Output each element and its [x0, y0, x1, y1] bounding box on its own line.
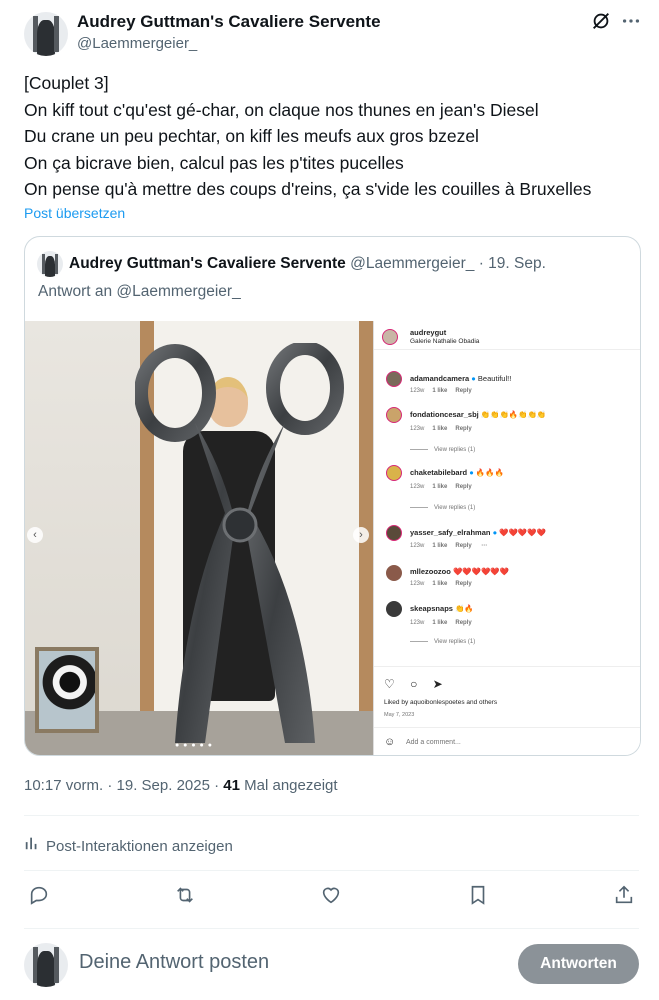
ig-post-user: audreygut — [410, 328, 447, 337]
ig-post-date: May 7, 2023 — [384, 712, 415, 718]
author-avatar[interactable] — [24, 12, 68, 56]
ig-comment-user: chaketabilebard ● 🔥🔥🔥 — [410, 468, 504, 477]
ig-comment-meta: 123w 1 like Reply — [410, 484, 472, 490]
ig-comment-user: fondationcesar_sbj 👏👏👏🔥👏👏👏 — [410, 410, 547, 419]
repost-icon[interactable] — [174, 884, 202, 912]
carousel-prev-icon[interactable]: ‹ — [27, 527, 43, 543]
action-bar — [24, 884, 639, 912]
quoted-author-avatar — [37, 251, 63, 277]
grok-icon[interactable] — [590, 10, 612, 32]
view-count: 41 — [223, 777, 240, 794]
carousel-next-icon[interactable]: › — [353, 527, 369, 543]
translate-link[interactable]: Post übersetzen — [24, 205, 125, 221]
more-icon[interactable] — [620, 10, 642, 32]
divider — [24, 928, 639, 929]
ig-view-replies[interactable]: View replies (1) — [410, 447, 475, 453]
analytics-icon — [24, 835, 42, 855]
tweet-text: [Couplet 3] On kiff tout c'qu'est gé-cha… — [24, 73, 592, 199]
reply-to-label: Antwort an @Laemmergeier_ — [38, 283, 241, 300]
reply-input[interactable]: Deine Antwort posten — [79, 951, 269, 974]
ig-comment-user: mllezoozoo ❤️❤️❤️❤️❤️❤️ — [410, 567, 509, 576]
ig-avatar — [382, 329, 398, 345]
ig-comment-meta: 123w 1 like Reply — [410, 426, 472, 432]
ig-comment-avatar — [386, 525, 402, 541]
author-handle[interactable]: @Laemmergeier_ — [77, 35, 197, 52]
ig-add-comment: ☺ Add a comment... — [374, 727, 640, 755]
quoted-author-line: Audrey Guttman's Cavaliere Servente @Lae… — [69, 255, 546, 273]
ig-comment-user: yasser_safy_elrahman ● ❤️❤️❤️❤️❤️ — [410, 528, 546, 537]
quoted-author-name: Audrey Guttman's Cavaliere Servente — [69, 255, 346, 272]
scissors-photo[interactable]: ‹ › ● ● ● ● ● — [25, 321, 373, 755]
reply-button[interactable]: Antworten — [518, 944, 639, 984]
quoted-author-handle: @Laemmergeier_ — [350, 255, 475, 272]
share-icon[interactable] — [613, 884, 641, 912]
quoted-post[interactable]: Audrey Guttman's Cavaliere Servente @Lae… — [24, 236, 641, 756]
post-analytics-link[interactable]: Post-Interaktionen anzeigen — [24, 835, 233, 855]
ig-comment-user: adamandcamera ● Beautiful!! — [410, 374, 512, 383]
framed-artwork — [35, 647, 99, 733]
bookmark-icon[interactable] — [467, 884, 495, 912]
ig-comment-meta: 123w 1 like Reply — [410, 620, 472, 626]
instagram-comments-panel: audreygut Galerie Nathalie Obadia adaman… — [373, 321, 640, 755]
post-timestamp: 10:17 vorm. · 19. Sep. 2025 · 41 Mal ang… — [24, 777, 338, 794]
current-user-avatar[interactable] — [24, 943, 68, 987]
carousel-dots: ● ● ● ● ● — [175, 742, 213, 749]
ig-view-replies[interactable]: View replies (1) — [410, 639, 475, 645]
quoted-date: · 19. Sep. — [478, 255, 546, 272]
ig-comment-user: skeapsnaps 👏🔥 — [410, 604, 474, 613]
ig-view-replies[interactable]: View replies (1) — [410, 505, 475, 511]
ig-comment-avatar — [386, 465, 402, 481]
author-name[interactable]: Audrey Guttman's Cavaliere Servente — [77, 12, 381, 32]
ig-comment-meta: 123w 1 like Reply — [410, 388, 472, 394]
divider — [24, 870, 639, 871]
ig-comment-avatar — [386, 371, 402, 387]
ig-comment-avatar — [386, 407, 402, 423]
ig-action-icons: ♡ ○ ➤ — [384, 677, 449, 691]
ig-comment-avatar — [386, 565, 402, 581]
emoji-icon: ☺ — [384, 736, 396, 748]
like-icon[interactable] — [320, 884, 348, 912]
ig-post-location: Galerie Nathalie Obadia — [410, 338, 480, 345]
ig-comment-meta: 123w 1 like Reply — [410, 581, 472, 587]
giant-scissors-sculpture — [135, 343, 344, 743]
ig-liked-by: Liked by aquoibonlespoetes and others — [384, 699, 498, 706]
divider — [24, 815, 639, 816]
quoted-media[interactable]: ‹ › ● ● ● ● ● audreygut Galerie Nathalie… — [25, 321, 640, 755]
reply-icon[interactable] — [28, 884, 56, 912]
ig-comment-avatar — [386, 601, 402, 617]
ig-comment-meta: 123w 1 like Reply ··· — [410, 543, 488, 549]
